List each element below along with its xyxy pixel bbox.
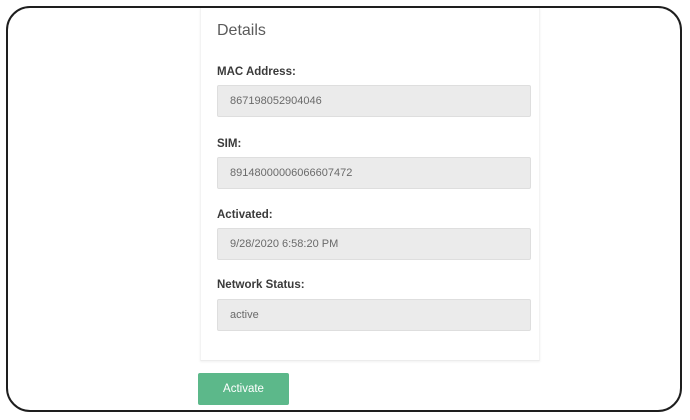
network-status-field[interactable]: active — [217, 299, 531, 331]
sim-field[interactable]: 89148000006066607472 — [217, 157, 531, 189]
sim-label: SIM: — [217, 138, 242, 150]
network-status-label: Network Status: — [217, 279, 305, 291]
activate-button[interactable]: Activate — [198, 373, 289, 405]
activated-field[interactable]: 9/28/2020 6:58:20 PM — [217, 228, 531, 260]
activated-label: Activated: — [217, 209, 273, 221]
mac-address-field[interactable]: 867198052904046 — [217, 85, 531, 117]
mac-address-label: MAC Address: — [217, 66, 296, 78]
details-title: Details — [217, 22, 266, 39]
details-panel: Details MAC Address: 867198052904046 SIM… — [200, 8, 540, 361]
screenshot-frame: Details MAC Address: 867198052904046 SIM… — [6, 6, 682, 412]
